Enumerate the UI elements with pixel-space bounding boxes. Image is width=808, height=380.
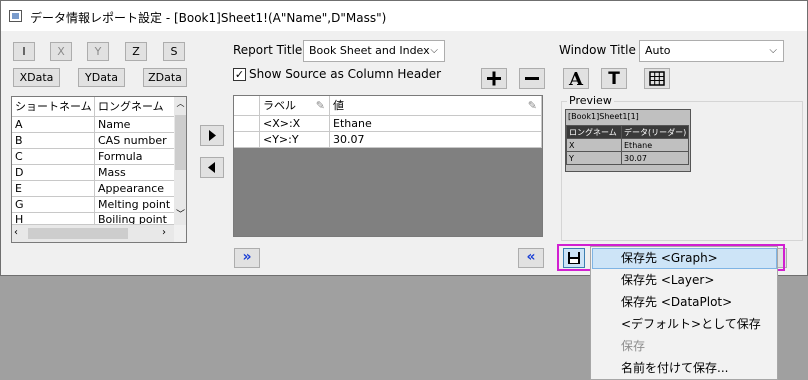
title-bar[interactable]: データ情報レポート設定 - [Book1]Sheet1!(A"Name",D"M…	[1, 1, 807, 31]
row-selector[interactable]	[234, 132, 260, 148]
short-name-header[interactable]: ショートネーム	[12, 97, 95, 117]
table-format-button[interactable]	[644, 68, 670, 89]
xdata-button[interactable]: XData	[13, 68, 60, 87]
table-cell-value[interactable]: 30.07	[330, 132, 542, 148]
minus-icon	[525, 77, 539, 80]
list-item-short[interactable]: G	[12, 197, 95, 213]
window-title: データ情報レポート設定 - [Book1]Sheet1!(A"Name",D"M…	[30, 11, 387, 25]
font-button[interactable]: A	[563, 68, 589, 90]
menu-item-save[interactable]: 保存	[621, 336, 645, 357]
list-item-long[interactable]: Appearance	[95, 181, 175, 197]
preview-cell: Ethane	[620, 138, 690, 152]
text-format-button[interactable]: T	[601, 68, 627, 89]
double-chevron-right-icon: »	[242, 249, 252, 265]
menu-item-save-to-dataplot[interactable]: 保存先 <DataPlot>	[621, 292, 732, 313]
list-item-long[interactable]: Melting point	[95, 197, 175, 213]
column-name-list[interactable]: ショートネーム ロングネーム A Name B CAS number C For…	[11, 96, 187, 243]
scrollbar-thumb[interactable]	[175, 115, 186, 170]
report-title-dropdown[interactable]: Book Sheet and Index ⌵	[303, 40, 445, 62]
add-to-report-button[interactable]	[200, 125, 224, 146]
value-column-header[interactable]: 値 ✎	[330, 96, 542, 116]
preview-cell: 30.07	[620, 151, 690, 165]
list-item-short[interactable]: E	[12, 181, 95, 197]
show-source-checkbox[interactable]: ✓	[233, 68, 246, 81]
ydata-button[interactable]: YData	[78, 68, 125, 87]
list-item-long[interactable]: Formula	[95, 149, 175, 165]
menu-item-save-as-default[interactable]: <デフォルト>として保存	[621, 314, 761, 335]
list-item-short[interactable]: C	[12, 149, 95, 165]
collapse-button[interactable]: «	[518, 248, 544, 268]
zdata-button[interactable]: ZData	[143, 68, 187, 87]
report-title-value: Book Sheet and Index	[309, 44, 430, 57]
font-icon: A	[569, 69, 583, 90]
preview-table: ロングネーム データ(リーダー) X Ethane Y 30.07	[566, 125, 690, 165]
plus-icon	[487, 71, 501, 86]
chevron-down-icon: ⌵	[430, 45, 438, 56]
s-button[interactable]: S	[163, 42, 185, 61]
label-column-title: ラベル	[263, 99, 296, 112]
window-title-value: Auto	[645, 44, 671, 57]
window-title-label: Window Title	[559, 43, 636, 57]
list-vertical-scrollbar[interactable]: ︿ ﹀	[174, 97, 186, 225]
scrollbar-thumb[interactable]	[28, 228, 128, 239]
add-row-button[interactable]	[481, 68, 507, 89]
preview-caption: [Book1]Sheet1[1]	[568, 112, 639, 121]
scroll-corner	[174, 225, 186, 242]
chevron-up-icon[interactable]: ︿	[174, 99, 186, 109]
triangle-left-icon	[208, 162, 215, 173]
menu-item-save-to-graph[interactable]: 保存先 <Graph>	[621, 248, 718, 269]
table-icon	[649, 71, 665, 86]
menu-item-save-as[interactable]: 名前を付けて保存...	[621, 358, 728, 379]
remove-from-report-button[interactable]	[200, 157, 224, 178]
pencil-icon: ✎	[527, 99, 537, 112]
menu-item-save-to-layer[interactable]: 保存先 <Layer>	[621, 270, 714, 291]
triangle-right-icon	[209, 130, 216, 141]
z-button[interactable]: Z	[125, 42, 147, 61]
list-horizontal-scrollbar[interactable]: ‹ ›	[12, 225, 174, 242]
text-icon: T	[608, 69, 620, 89]
chevron-down-icon[interactable]: ﹀	[174, 209, 186, 221]
long-name-header[interactable]: ロングネーム	[95, 97, 175, 117]
list-item-long[interactable]: Mass	[95, 165, 175, 181]
floppy-disk-icon	[568, 252, 580, 264]
preview-header: ロングネーム	[566, 125, 622, 139]
row-selector[interactable]	[234, 116, 260, 132]
save-menu: 保存先 <Graph> 保存先 <Layer> 保存先 <DataPlot> <…	[590, 246, 778, 380]
table-cell-label[interactable]: <X>:X	[260, 116, 330, 132]
preview-header: データ(リーダー)	[620, 125, 690, 139]
list-item-long[interactable]: CAS number	[95, 133, 175, 149]
double-chevron-left-icon: «	[526, 249, 536, 265]
list-item-long[interactable]: Boiling point	[95, 213, 175, 225]
y-button[interactable]: Y	[87, 42, 109, 61]
remove-row-button[interactable]	[519, 68, 545, 89]
value-column-title: 値	[333, 99, 344, 112]
show-source-label: Show Source as Column Header	[249, 67, 442, 81]
chevron-right-icon[interactable]: ›	[162, 227, 172, 239]
list-item-short[interactable]: B	[12, 133, 95, 149]
preview-cell: Y	[566, 151, 622, 165]
preview-cell: X	[566, 138, 622, 152]
x-button[interactable]: X	[50, 42, 72, 61]
dialog-window: データ情報レポート設定 - [Book1]Sheet1!(A"Name",D"M…	[0, 0, 808, 276]
table-cell-label[interactable]: <Y>:Y	[260, 132, 330, 148]
chevron-left-icon[interactable]: ‹	[14, 227, 24, 239]
report-title-label: Report Title	[233, 43, 303, 57]
save-settings-button[interactable]	[563, 248, 585, 268]
grid-corner	[234, 96, 260, 116]
preview-image: [Book1]Sheet1[1] ロングネーム データ(リーダー) X Etha…	[565, 109, 691, 172]
preview-label: Preview	[567, 94, 614, 107]
label-column-header[interactable]: ラベル ✎	[260, 96, 330, 116]
pencil-icon: ✎	[315, 99, 325, 112]
list-item-short[interactable]: H	[12, 213, 95, 225]
list-item-short[interactable]: A	[12, 117, 95, 133]
list-item-short[interactable]: D	[12, 165, 95, 181]
list-item-long[interactable]: Name	[95, 117, 175, 133]
table-cell-value[interactable]: Ethane	[330, 116, 542, 132]
expand-button[interactable]: »	[234, 248, 260, 268]
report-grid[interactable]: ラベル ✎ 値 ✎ <X>:X Ethane <Y>:Y 30.07	[233, 95, 543, 237]
window-icon	[9, 10, 22, 22]
window-title-dropdown[interactable]: Auto ⌵	[639, 40, 784, 62]
chevron-down-icon: ⌵	[769, 45, 777, 56]
i-button[interactable]: I	[13, 42, 35, 61]
